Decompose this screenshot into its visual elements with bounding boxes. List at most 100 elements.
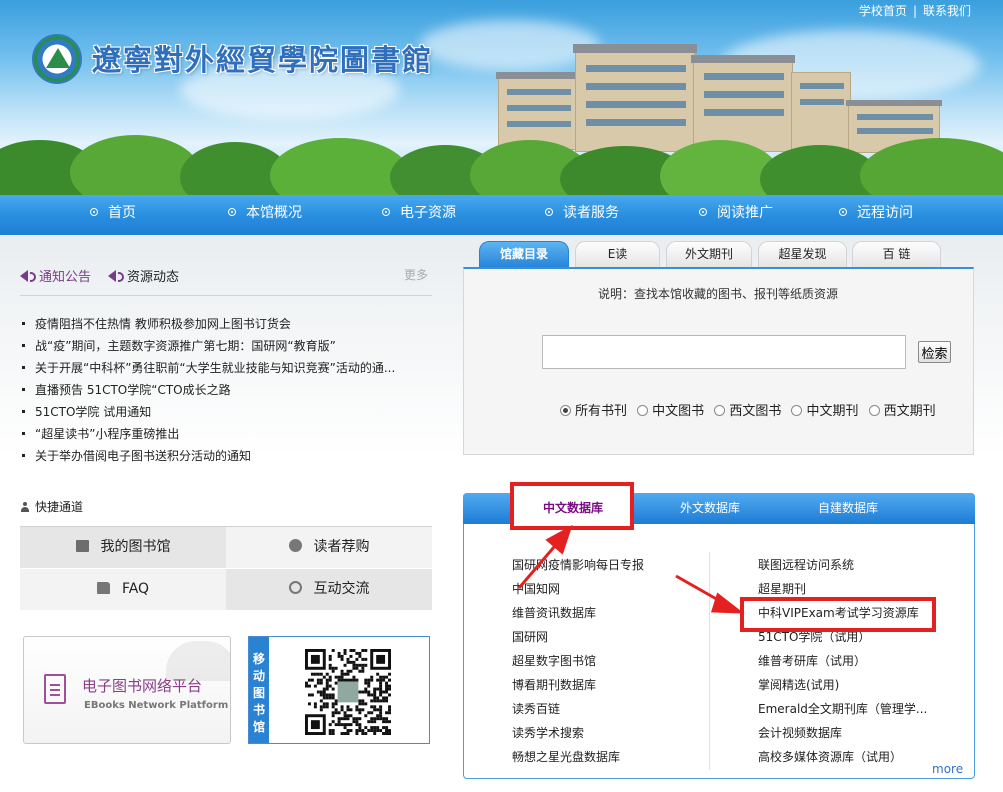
library-logo-emblem[interactable] bbox=[32, 34, 82, 84]
recommend-purchase-button[interactable]: 读者荐购 bbox=[226, 527, 432, 568]
folder-icon bbox=[96, 582, 110, 594]
document-icon bbox=[44, 674, 66, 704]
radio-label: 中文期刊 bbox=[806, 404, 859, 419]
news-list: 疫情阻挡不住热情 教师积极参加网上图书订货会 战“疫”期间，主题数字资源推广第七… bbox=[22, 313, 395, 467]
radio-western-journals[interactable]: 西文期刊 bbox=[868, 400, 936, 419]
my-library-button[interactable]: 我的图书馆 bbox=[20, 527, 226, 568]
bullet-icon bbox=[545, 208, 553, 216]
tab-collection-catalog[interactable]: 馆藏目录 bbox=[479, 241, 569, 268]
catalog-description: 说明：查找本馆收藏的图书、报刊等纸质资源 bbox=[598, 287, 839, 301]
database-link[interactable]: 读秀学术搜索 bbox=[512, 721, 644, 745]
radio-chinese-journals[interactable]: 中文期刊 bbox=[791, 400, 858, 419]
bullet-icon bbox=[90, 208, 98, 216]
tab-resource-news[interactable]: 资源动态 bbox=[108, 266, 179, 285]
chinese-database-list-right: 联图远程访问系统 超星期刊 中科VIPExam考试学习资源库 51CTO学院（试… bbox=[758, 553, 927, 769]
bullet-icon bbox=[699, 208, 707, 216]
database-link[interactable]: 博看期刊数据库 bbox=[512, 673, 644, 697]
contact-link[interactable]: 联系我们 bbox=[923, 4, 971, 18]
tab-e-read[interactable]: E读 bbox=[575, 241, 660, 268]
tab-foreign-databases[interactable]: 外文数据库 bbox=[660, 493, 760, 524]
ebook-platform-banner[interactable]: 电子图书网络平台 EBooks Network Platform bbox=[23, 636, 231, 744]
top-links: 学校首页 | 联系我们 bbox=[858, 4, 971, 18]
tab-chaoxing-discovery[interactable]: 超星发现 bbox=[758, 241, 847, 268]
column-divider bbox=[709, 552, 710, 770]
highlight-box-vipexam bbox=[740, 597, 936, 632]
user-icon bbox=[20, 502, 30, 512]
check-circle-icon bbox=[288, 539, 302, 552]
bullet-icon bbox=[382, 208, 390, 216]
nav-item-reader-services[interactable]: 读者服务 bbox=[545, 195, 619, 235]
quick-access-title: 快捷通道 bbox=[20, 498, 83, 515]
tab-notices[interactable]: 通知公告 bbox=[20, 266, 91, 285]
radio-icon bbox=[868, 405, 880, 416]
radio-icon bbox=[791, 405, 803, 416]
news-item[interactable]: 疫情阻挡不住热情 教师积极参加网上图书订货会 bbox=[22, 313, 395, 335]
mobile-library-label: 移动图书馆 bbox=[249, 637, 269, 743]
database-link[interactable]: 联图远程访问系统 bbox=[758, 553, 927, 577]
search-button[interactable]: 检索 bbox=[918, 341, 951, 363]
sound-wave-icon bbox=[118, 272, 124, 282]
database-link[interactable]: 中国知网 bbox=[512, 577, 644, 601]
nav-item-e-resources[interactable]: 电子资源 bbox=[382, 195, 456, 235]
nav-item-about[interactable]: 本馆概况 bbox=[228, 195, 302, 235]
news-item[interactable]: “超星读书”小程序重磅推出 bbox=[22, 423, 395, 445]
tab-self-built-databases[interactable]: 自建数据库 bbox=[798, 493, 898, 524]
interaction-button[interactable]: 互动交流 bbox=[226, 569, 432, 610]
database-link[interactable]: 高校多媒体资源库（试用） bbox=[758, 745, 927, 769]
nav-label: 本馆概况 bbox=[246, 205, 302, 221]
site-title[interactable]: 遼寧對外經貿學院圖書館 bbox=[92, 37, 433, 79]
news-item[interactable]: 关于举办借阅电子图书送积分活动的通知 bbox=[22, 445, 395, 467]
database-link[interactable]: 国研网疫情影响每日专报 bbox=[512, 553, 644, 577]
nav-label: 远程访问 bbox=[857, 205, 913, 221]
sound-wave-icon bbox=[30, 272, 36, 282]
nav-item-remote-access[interactable]: 远程访问 bbox=[839, 195, 913, 235]
bullet-icon bbox=[839, 208, 847, 216]
news-item[interactable]: 关于开展“中科杯”勇往职前“大学生就业技能与知识竞赛”活动的通... bbox=[22, 357, 395, 379]
database-link[interactable]: 超星数字图书馆 bbox=[512, 649, 644, 673]
speaker-icon bbox=[108, 270, 116, 282]
chinese-database-list-left: 国研网疫情影响每日专报 中国知网 维普资讯数据库 国研网 超星数字图书馆 博看期… bbox=[512, 553, 644, 769]
database-link[interactable]: 读秀百链 bbox=[512, 697, 644, 721]
nav-label: 阅读推广 bbox=[717, 205, 773, 221]
database-link[interactable]: 会计视频数据库 bbox=[758, 721, 927, 745]
ebook-title: 电子图书网络平台 bbox=[82, 677, 203, 695]
tab-bailian[interactable]: 百 链 bbox=[852, 241, 941, 268]
radio-icon bbox=[560, 405, 571, 416]
radio-all-publications[interactable]: 所有书刊 bbox=[560, 400, 627, 419]
faq-button[interactable]: FAQ bbox=[20, 569, 226, 610]
database-link[interactable]: 畅想之星光盘数据库 bbox=[512, 745, 644, 769]
radio-western-books[interactable]: 西文图书 bbox=[714, 400, 781, 419]
quick-access-label: 快捷通道 bbox=[35, 500, 84, 514]
nav-item-home[interactable]: 首页 bbox=[90, 195, 136, 235]
bullet-icon bbox=[228, 208, 236, 216]
qr-code-icon bbox=[305, 649, 391, 735]
news-more-link[interactable]: 更多 bbox=[404, 266, 428, 283]
database-link[interactable]: 维普资讯数据库 bbox=[512, 601, 644, 625]
radio-label: 西文图书 bbox=[729, 404, 782, 419]
nav-label: 首页 bbox=[108, 205, 136, 221]
radio-label: 所有书刊 bbox=[575, 404, 628, 419]
mobile-library-banner[interactable]: 移动图书馆 bbox=[248, 636, 430, 744]
radio-icon bbox=[714, 405, 726, 416]
nav-label: 电子资源 bbox=[400, 205, 456, 221]
catalog-search-input[interactable] bbox=[542, 335, 906, 369]
news-item[interactable]: 直播预告 51CTO学院“CTO成长之路 bbox=[22, 379, 395, 401]
database-link[interactable]: 维普考研库（试用） bbox=[758, 649, 927, 673]
news-item[interactable]: 战“疫”期间，主题数字资源推广第七期：国研网“教育版” bbox=[22, 335, 395, 357]
database-link[interactable]: 国研网 bbox=[512, 625, 644, 649]
clock-icon bbox=[288, 581, 302, 594]
tab-foreign-journals[interactable]: 外文期刊 bbox=[666, 241, 752, 268]
radio-chinese-books[interactable]: 中文图书 bbox=[637, 400, 704, 419]
ebook-subtitle: EBooks Network Platform bbox=[84, 700, 229, 711]
quick-label: FAQ bbox=[121, 581, 150, 597]
database-more-link[interactable]: more bbox=[932, 762, 963, 776]
radio-label: 中文图书 bbox=[652, 404, 705, 419]
news-item[interactable]: 51CTO学院 试用通知 bbox=[22, 401, 395, 423]
tab-label: 通知公告 bbox=[39, 270, 92, 285]
home-page-link[interactable]: 学校首页 bbox=[859, 4, 907, 18]
database-link[interactable]: Emerald全文期刊库（管理学... bbox=[758, 697, 927, 721]
quick-label: 我的图书馆 bbox=[100, 539, 171, 555]
nav-item-reading-promotion[interactable]: 阅读推广 bbox=[699, 195, 773, 235]
database-link[interactable]: 掌阅精选(试用) bbox=[758, 673, 927, 697]
nav-label: 读者服务 bbox=[563, 205, 619, 221]
